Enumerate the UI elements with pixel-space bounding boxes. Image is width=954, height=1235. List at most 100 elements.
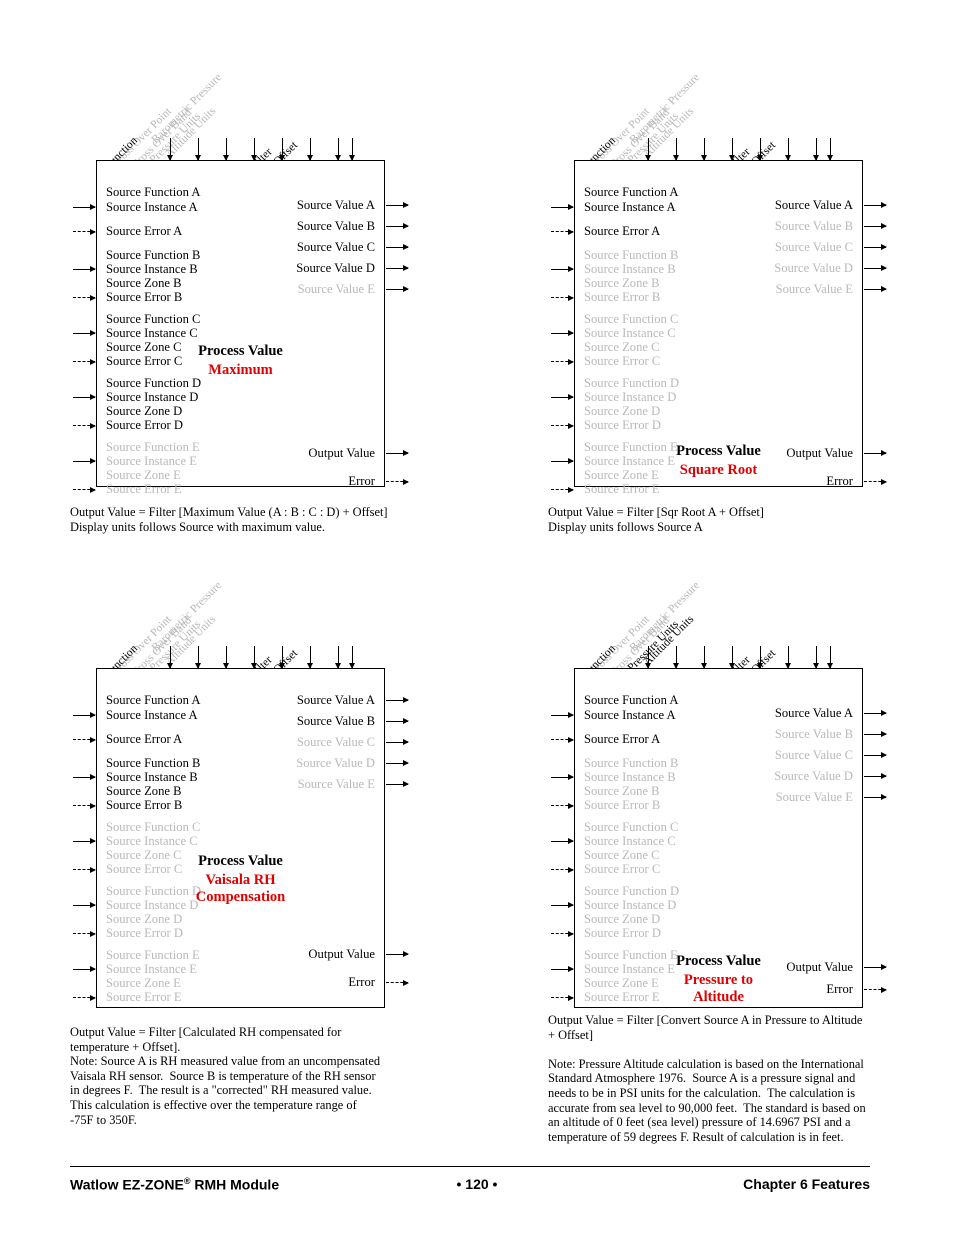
input-label: Source Instance A bbox=[584, 708, 676, 722]
output-label: Source Value B bbox=[296, 714, 375, 728]
input-label: Source Function D bbox=[584, 884, 680, 898]
input-label: Source Zone E bbox=[106, 468, 181, 482]
process-value-subtitle: Pressure to Altitude bbox=[683, 972, 754, 1005]
input-arrow bbox=[551, 203, 574, 210]
input-arrow bbox=[73, 837, 96, 844]
input-label: Source Zone B bbox=[106, 784, 182, 798]
input-label: Source Function B bbox=[106, 248, 201, 262]
manual-page: Barometric Pressure Altitude Units Press… bbox=[0, 0, 954, 1235]
input-label: Source Error E bbox=[106, 482, 182, 496]
input-label: Source Error A bbox=[584, 224, 661, 238]
output-arrow bbox=[864, 709, 887, 716]
process-value-subtitle: Vaisala RH Compensation bbox=[195, 872, 286, 905]
output-arrow bbox=[386, 717, 409, 724]
output-label: Source Value A bbox=[296, 198, 375, 212]
output-label: Source Value E bbox=[297, 282, 375, 296]
output-label: Source Value C bbox=[774, 748, 853, 762]
input-label: Source Error D bbox=[584, 418, 661, 432]
input-arrow bbox=[73, 901, 96, 908]
process-value-box-maximum: Source Function A Source Instance A Sour… bbox=[73, 160, 409, 496]
input-label: Source Instance A bbox=[106, 200, 198, 214]
output-arrow bbox=[864, 201, 887, 208]
input-label: Source Error D bbox=[106, 418, 183, 432]
process-value-title: Process Value bbox=[198, 853, 283, 869]
output-arrow bbox=[386, 696, 409, 703]
input-label: Source Error D bbox=[106, 926, 183, 940]
caption-pressure-to-altitude: Output Value = Filter [Convert Source A … bbox=[548, 1013, 866, 1144]
output-label: Source Value E bbox=[775, 790, 853, 804]
output-arrow bbox=[864, 986, 887, 993]
input-arrow bbox=[73, 294, 96, 301]
output-arrow bbox=[864, 264, 887, 271]
output-arrow bbox=[386, 449, 409, 456]
input-arrow bbox=[73, 930, 96, 937]
footer-right: Chapter 6 Features bbox=[743, 1176, 870, 1192]
process-value-subtitle: Square Root bbox=[679, 462, 758, 478]
input-label: Source Error C bbox=[584, 354, 661, 368]
output-label: Source Value B bbox=[296, 219, 375, 233]
output-label: Source Value D bbox=[774, 769, 853, 783]
input-label: Source Error B bbox=[584, 290, 661, 304]
input-arrow bbox=[73, 422, 96, 429]
output-arrow bbox=[386, 285, 409, 292]
output-arrow bbox=[864, 772, 887, 779]
output-arrow bbox=[864, 222, 887, 229]
output-label: Source Value E bbox=[297, 777, 375, 791]
input-label: Source Instance B bbox=[106, 262, 198, 276]
input-label: Source Zone D bbox=[584, 404, 661, 418]
output-label: Source Value A bbox=[774, 198, 853, 212]
input-label: Source Error D bbox=[584, 926, 661, 940]
input-arrow bbox=[73, 711, 96, 718]
input-label: Source Error E bbox=[106, 990, 182, 1004]
input-arrow bbox=[73, 994, 96, 1001]
input-label: Source Function E bbox=[106, 440, 200, 454]
output-arrow bbox=[386, 264, 409, 271]
input-label: Source Zone C bbox=[584, 848, 660, 862]
output-arrow bbox=[386, 950, 409, 957]
diagram-vaisala-rh: Barometric Pressure Altitude Units Press… bbox=[70, 563, 409, 1127]
output-label: Source Value B bbox=[774, 727, 853, 741]
diagram-maximum: Barometric Pressure Altitude Units Press… bbox=[70, 55, 409, 534]
output-label: Error bbox=[348, 474, 375, 488]
output-label: Source Value D bbox=[296, 261, 375, 275]
input-label: Source Zone B bbox=[584, 276, 660, 290]
input-label: Source Function E bbox=[106, 948, 200, 962]
input-arrow bbox=[551, 837, 574, 844]
process-value-title: Process Value bbox=[198, 343, 283, 359]
input-label: Source Function A bbox=[106, 693, 201, 707]
input-arrow bbox=[551, 736, 574, 743]
output-arrow bbox=[386, 759, 409, 766]
input-label: Source Function C bbox=[584, 820, 679, 834]
caption-square-root: Output Value = Filter [Sqr Root A + Offs… bbox=[548, 505, 764, 534]
input-label: Source Zone B bbox=[106, 276, 182, 290]
output-label: Source Value D bbox=[296, 756, 375, 770]
output-label: Output Value bbox=[308, 947, 375, 961]
output-arrow bbox=[864, 243, 887, 250]
output-arrow bbox=[864, 963, 887, 970]
input-label: Source Error E bbox=[584, 482, 660, 496]
input-arrow bbox=[551, 802, 574, 809]
input-arrow bbox=[551, 901, 574, 908]
input-label: Source Error B bbox=[584, 798, 661, 812]
input-label: Source Instance D bbox=[106, 390, 199, 404]
output-label: Error bbox=[348, 975, 375, 989]
output-arrow bbox=[386, 780, 409, 787]
output-label: Source Value E bbox=[775, 282, 853, 296]
box-wrap-maximum: Source Function A Source Instance A Sour… bbox=[70, 138, 409, 496]
input-label: Source Instance A bbox=[584, 200, 676, 214]
input-label: Source Instance B bbox=[106, 770, 198, 784]
box-wrap-square-root: Source Function A Source Instance A Sour… bbox=[548, 138, 887, 496]
input-label: Source Instance C bbox=[106, 326, 198, 340]
input-label: Source Instance C bbox=[584, 834, 676, 848]
output-label: Output Value bbox=[308, 446, 375, 460]
input-label: Source Function D bbox=[584, 376, 680, 390]
output-label: Source Value B bbox=[774, 219, 853, 233]
input-arrow bbox=[551, 930, 574, 937]
input-label: Source Function C bbox=[106, 312, 201, 326]
input-arrow bbox=[73, 773, 96, 780]
input-arrow bbox=[73, 203, 96, 210]
input-label: Source Function B bbox=[584, 756, 679, 770]
input-label: Source Instance B bbox=[584, 262, 676, 276]
output-arrow bbox=[386, 979, 409, 986]
input-arrow bbox=[551, 994, 574, 1001]
